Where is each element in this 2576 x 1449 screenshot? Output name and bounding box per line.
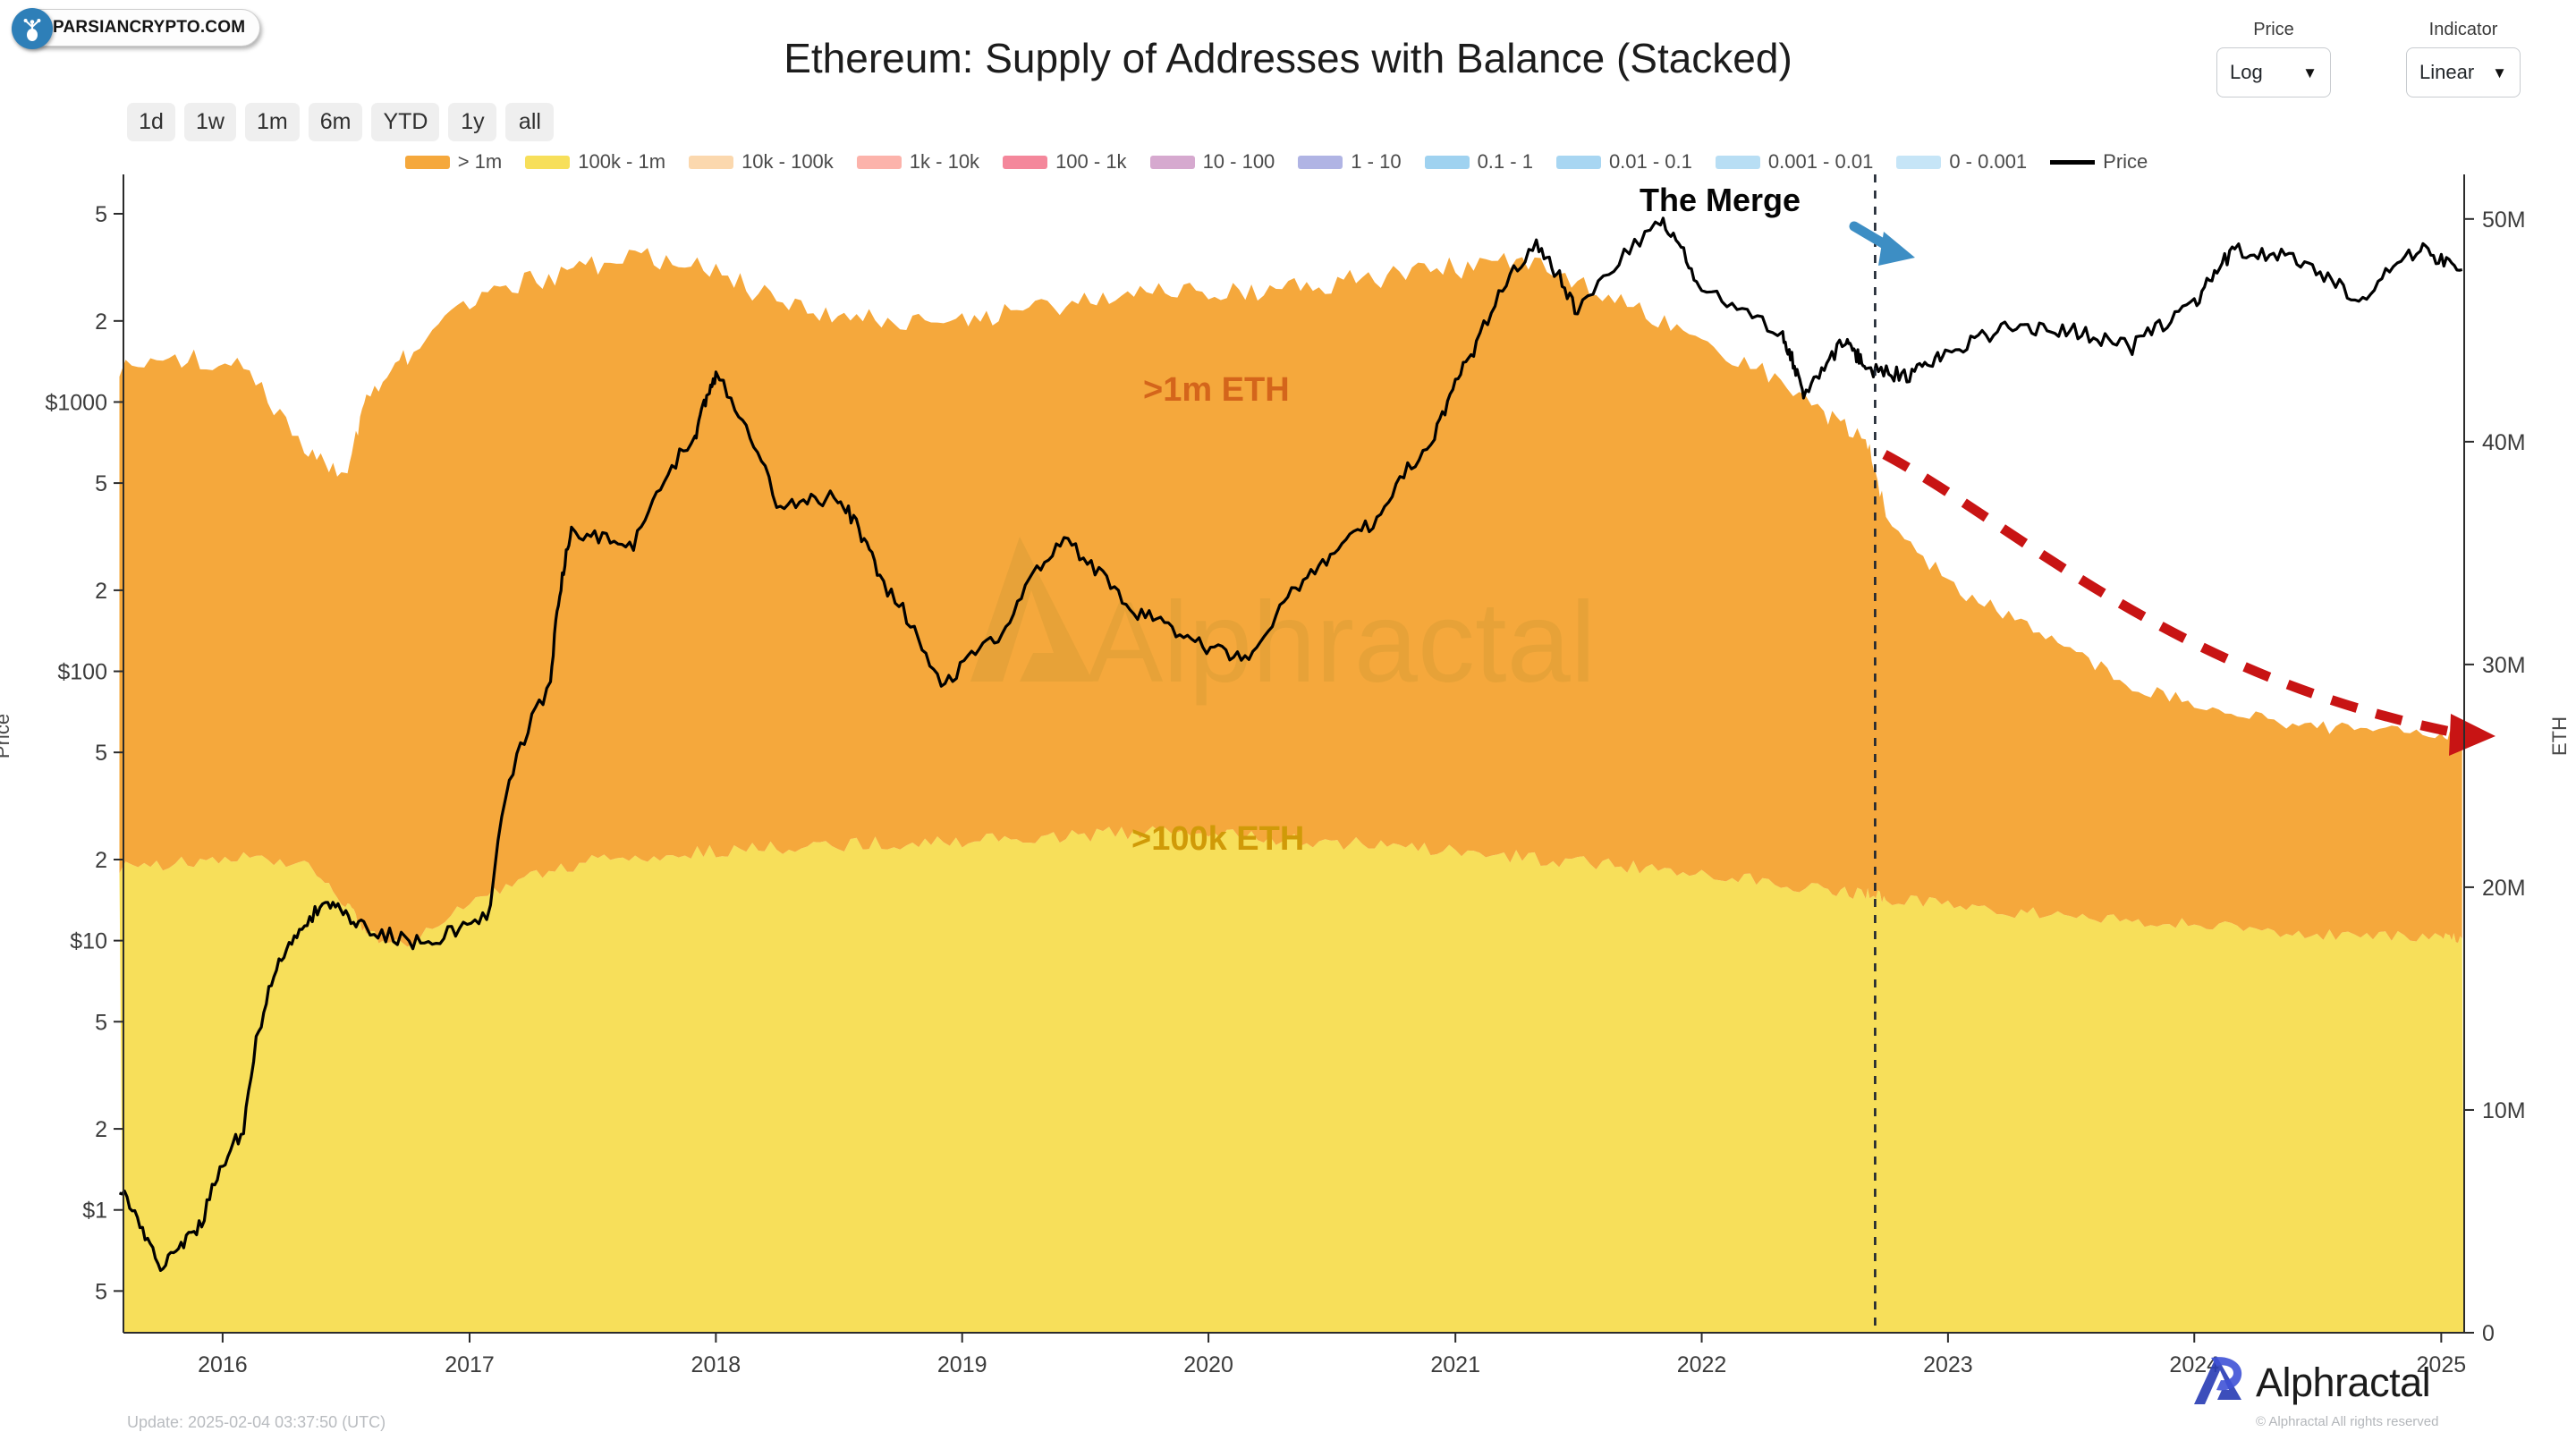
parsiancrypto-logo-icon [12, 8, 53, 49]
y-axis-left-tick-label: 2 [95, 848, 107, 873]
y-axis-left-tick-label: 2 [95, 1117, 107, 1142]
x-axis-tick-label: 2020 [1183, 1352, 1233, 1377]
y-axis-left-tick-label: 2 [95, 579, 107, 604]
chart-plot-area: Alphractal 5 2 $1000 5 2 $100 5 2 $10 5 2 $1 5 0 10M 20M… [0, 0, 2576, 1449]
y-axis-right-tick-label: 0 [2482, 1321, 2495, 1346]
alphractal-brand-name: Alphractal [2256, 1359, 2431, 1405]
y-axis-right-tick-label: 30M [2482, 653, 2526, 678]
y-axis-left-tick-label: $100 [57, 660, 107, 685]
y-axis-right-tick-label: 10M [2482, 1098, 2526, 1123]
x-axis-tick-label: 2022 [1677, 1352, 1727, 1377]
y-axis-left-tick-label: 5 [95, 202, 107, 227]
y-axis-left-tick-label: $10 [70, 929, 107, 954]
annotation-the-merge: The Merge [1640, 182, 1801, 218]
y-axis-left-tick-label: 5 [95, 741, 107, 766]
y-axis-right-tick-label: 20M [2482, 876, 2526, 901]
parsiancrypto-watermark-label: PARSIANCRYPTO.COM [53, 18, 246, 37]
annotation-band-over-100k: >100k ETH [1131, 820, 1305, 858]
x-axis-tick-label: 2018 [691, 1352, 741, 1377]
alphractal-brand: Alphractal © Alphractal All rights reser… [2190, 1352, 2438, 1429]
x-axis-tick-label: 2016 [198, 1352, 248, 1377]
x-axis-tick-label: 2017 [445, 1352, 495, 1377]
alphractal-copyright: © Alphractal All rights reserved [2256, 1414, 2439, 1429]
merge-pointer-arrow-icon [1849, 221, 1915, 266]
y-axis-left-tick-label: 2 [95, 309, 107, 335]
y-axis-left-tick-label: $1000 [45, 390, 107, 415]
y-axis-left-title: Price [0, 713, 14, 759]
annotation-band-over-1m: >1m ETH [1143, 371, 1290, 409]
update-timestamp: Update: 2025-02-04 03:37:50 (UTC) [127, 1413, 386, 1431]
x-axis-tick-label: 2023 [1923, 1352, 1973, 1377]
alphractal-logo-icon [2190, 1352, 2249, 1412]
y-axis-right-title: ETH [2548, 716, 2571, 756]
y-axis-left-tick-label: 5 [95, 1010, 107, 1035]
parsiancrypto-watermark-badge: PARSIANCRYPTO.COM [12, 8, 261, 49]
chart-svg: Alphractal 5 2 $1000 5 2 $100 5 2 $10 5 2 $1 5 0 10M 20M… [45, 174, 2526, 1377]
x-axis-tick-label: 2019 [937, 1352, 987, 1377]
svg-text:Alphractal: Alphractal [1087, 579, 1596, 707]
y-axis-left-tick-label: $1 [82, 1199, 107, 1224]
y-axis-left-tick-label: 5 [95, 471, 107, 496]
y-axis-right-tick-label: 40M [2482, 430, 2526, 455]
y-axis-right-tick-label: 50M [2482, 208, 2526, 233]
y-axis-left-tick-label: 5 [95, 1279, 107, 1304]
trend-arrow-head-icon [2449, 714, 2496, 756]
x-axis-tick-label: 2021 [1430, 1352, 1480, 1377]
